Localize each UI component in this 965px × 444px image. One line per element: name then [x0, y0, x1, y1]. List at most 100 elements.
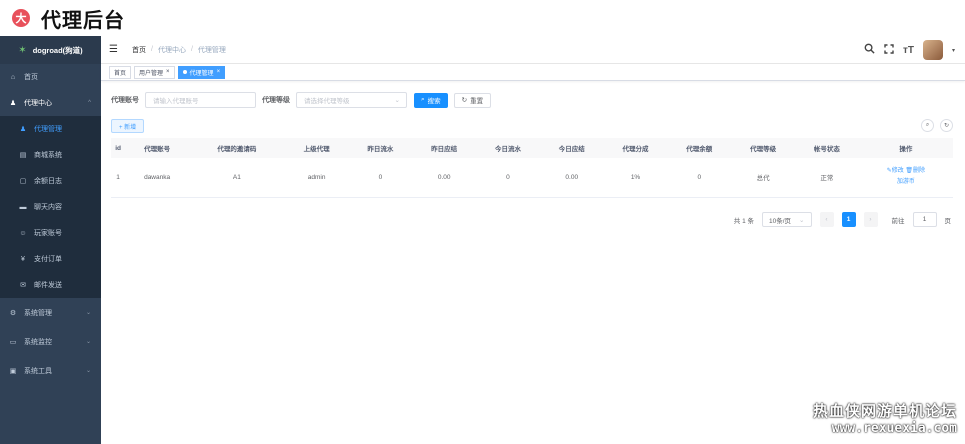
brand-name: dogroad(狗道)	[32, 45, 83, 55]
user-icon: ♟	[9, 100, 17, 107]
sidebar-item-payment[interactable]: ¥ 支付订单	[0, 246, 101, 272]
breadcrumb-agent-manage: 代理管理	[197, 46, 226, 54]
monitor-icon: ▭	[9, 338, 17, 346]
sidebar-item-system-monitor[interactable]: ▭ 系统监控 ⌄	[0, 327, 101, 356]
navbar-right: ᴛT ▾	[864, 40, 955, 60]
goto-page-input[interactable]: 1	[912, 212, 937, 227]
add-coin-link[interactable]: 加游币	[859, 177, 953, 188]
agent-table: id 代理账号 代理的邀请码 上级代理 昨日流水 昨日应结 今日流水 今日应结 …	[111, 138, 953, 198]
navbar: ☰ 首页 / 代理中心 / 代理管理 ᴛT ▾	[101, 36, 965, 64]
page-title: 代理后台	[41, 9, 125, 32]
next-page-button[interactable]: ›	[863, 212, 878, 227]
refresh-icon[interactable]: ↻	[940, 119, 953, 132]
cart-icon: ▤	[19, 152, 27, 159]
chevron-down-icon: ⌄	[394, 97, 400, 104]
search-button[interactable]: ⌕ 搜索	[414, 92, 448, 108]
page-unit: 页	[944, 217, 952, 225]
sidebar-item-agent-manage[interactable]: ♟ 代理管理	[0, 116, 101, 142]
chevron-down-icon: ⌄	[799, 216, 805, 224]
edit-link[interactable]: ✎修改	[887, 168, 904, 174]
sidebar-item-balance-log[interactable]: ▢ 余额日志	[0, 168, 101, 194]
sidebar-item-mall[interactable]: ▤ 商城系统	[0, 142, 101, 168]
account-label: 代理账号	[111, 97, 139, 104]
sidebar-item-system-tools[interactable]: ▣ 系统工具 ⌄	[0, 356, 101, 385]
leaf-logo-icon: ✶	[18, 44, 27, 56]
sidebar-item-label: 系统管理	[24, 309, 52, 317]
sidebar-item-label: 代理管理	[34, 126, 62, 133]
chevron-down-icon: ⌄	[85, 310, 91, 316]
dashboard-icon: ⌂	[10, 73, 16, 81]
goto-label: 前往	[891, 217, 905, 225]
sidebar-item-agent-center[interactable]: ♟ 代理中心 ^	[0, 90, 101, 116]
search-toggle-icon[interactable]: ⌕	[921, 119, 934, 132]
col-yday-settle: 昨日应结	[412, 138, 477, 158]
search-icon: ⌕	[421, 96, 425, 103]
account-input[interactable]: 请输入代理账号	[145, 92, 256, 108]
col-status: 帐号状态	[794, 138, 859, 158]
sidebar: ✶ dogroad(狗道) ⌂ 首页 ♟ 代理中心 ^ ♟ 代理管理 ▤ 商城系…	[0, 36, 101, 444]
sidebar-item-player[interactable]: ☺ 玩家账号	[0, 220, 101, 246]
tag-user-manage[interactable]: 用户管理 ×	[134, 65, 175, 79]
reset-button[interactable]: ↻ 重置	[453, 92, 492, 108]
font-size-icon[interactable]: ᴛT	[903, 45, 914, 56]
hamburger-icon[interactable]: ☰	[109, 44, 123, 55]
fullscreen-icon[interactable]	[884, 43, 894, 57]
col-level: 代理等级	[731, 138, 795, 158]
col-id: id	[111, 138, 126, 158]
sidebar-item-label: 商城系统	[34, 152, 62, 159]
gear-icon: ⚙	[9, 309, 17, 317]
sidebar-item-mail[interactable]: ✉ 邮件发送	[0, 272, 101, 298]
trash-icon: 🗑	[905, 168, 914, 175]
col-yday-flow: 昨日流水	[348, 138, 413, 158]
sidebar-brand[interactable]: ✶ dogroad(狗道)	[0, 36, 101, 64]
row-actions: ✎修改 🗑删除 加游币	[858, 158, 953, 198]
col-share: 代理分成	[603, 138, 668, 158]
pagination-total: 共 1 条	[733, 217, 754, 225]
tags-view: 首页 用户管理 × 代理管理 ×	[101, 64, 965, 81]
logo: 大	[12, 9, 30, 27]
page-number[interactable]: 1	[841, 212, 856, 227]
sidebar-item-home[interactable]: ⌂ 首页	[0, 64, 101, 90]
col-balance: 代理余额	[667, 138, 732, 158]
user-icon: ♟	[19, 126, 27, 133]
active-dot-icon	[182, 70, 187, 74]
sidebar-item-system-manage[interactable]: ⚙ 系统管理 ⌄	[0, 298, 101, 327]
main-content: 代理账号 请输入代理账号 代理等级 请选择代理等级 ⌄ ⌕ 搜索 ↻ 重置 + …	[101, 81, 965, 444]
sidebar-item-label: 支付订单	[34, 256, 62, 263]
close-icon[interactable]: ×	[217, 69, 221, 75]
breadcrumb-agent-center[interactable]: 代理中心	[158, 45, 186, 55]
mail-icon: ✉	[20, 282, 26, 289]
search-icon[interactable]	[864, 43, 875, 57]
breadcrumb-home[interactable]: 首页	[132, 45, 146, 55]
page-header: 大 代理后台	[0, 0, 965, 36]
sidebar-item-label: 系统工具	[24, 367, 52, 375]
page-size-select[interactable]: 10条/页 ⌄	[762, 212, 812, 227]
sidebar-item-label: 首页	[24, 74, 38, 81]
level-select[interactable]: 请选择代理等级 ⌄	[296, 92, 407, 108]
col-account: 代理账号	[125, 138, 190, 158]
table-row[interactable]: 1 dawanka A1 admin 0 0.00 0 0.00 1% 0 总代…	[111, 158, 953, 198]
breadcrumb: 首页 / 代理中心 / 代理管理	[132, 45, 226, 55]
prev-page-button[interactable]: ‹	[819, 212, 834, 227]
col-today-flow: 今日流水	[476, 138, 540, 158]
chevron-down-icon: ⌄	[85, 339, 91, 345]
yen-icon: ¥	[21, 255, 25, 263]
chevron-down-icon: ⌄	[85, 368, 91, 374]
tag-home[interactable]: 首页	[109, 65, 132, 79]
sidebar-item-chat[interactable]: ▬ 聊天内容	[0, 194, 101, 220]
chat-icon: ▬	[19, 203, 27, 211]
avatar[interactable]	[922, 40, 943, 60]
sidebar-item-label: 代理中心	[24, 100, 52, 107]
sidebar-item-label: 玩家账号	[34, 230, 62, 237]
sidebar-submenu: ♟ 代理管理 ▤ 商城系统 ▢ 余额日志 ▬ 聊天内容 ☺ 玩家账号 ¥ 支付订…	[0, 116, 101, 298]
sidebar-item-label: 系统监控	[24, 338, 52, 346]
add-button[interactable]: + 新增	[111, 119, 145, 133]
col-today-settle: 今日应结	[539, 138, 604, 158]
close-icon[interactable]: ×	[166, 69, 170, 75]
caret-down-icon[interactable]: ▾	[952, 47, 955, 54]
tag-agent-manage[interactable]: 代理管理 ×	[177, 65, 226, 79]
sidebar-item-label: 邮件发送	[34, 282, 62, 289]
sidebar-item-label: 聊天内容	[34, 204, 62, 211]
player-icon: ☺	[19, 229, 27, 237]
delete-link[interactable]: 🗑删除	[905, 168, 925, 174]
